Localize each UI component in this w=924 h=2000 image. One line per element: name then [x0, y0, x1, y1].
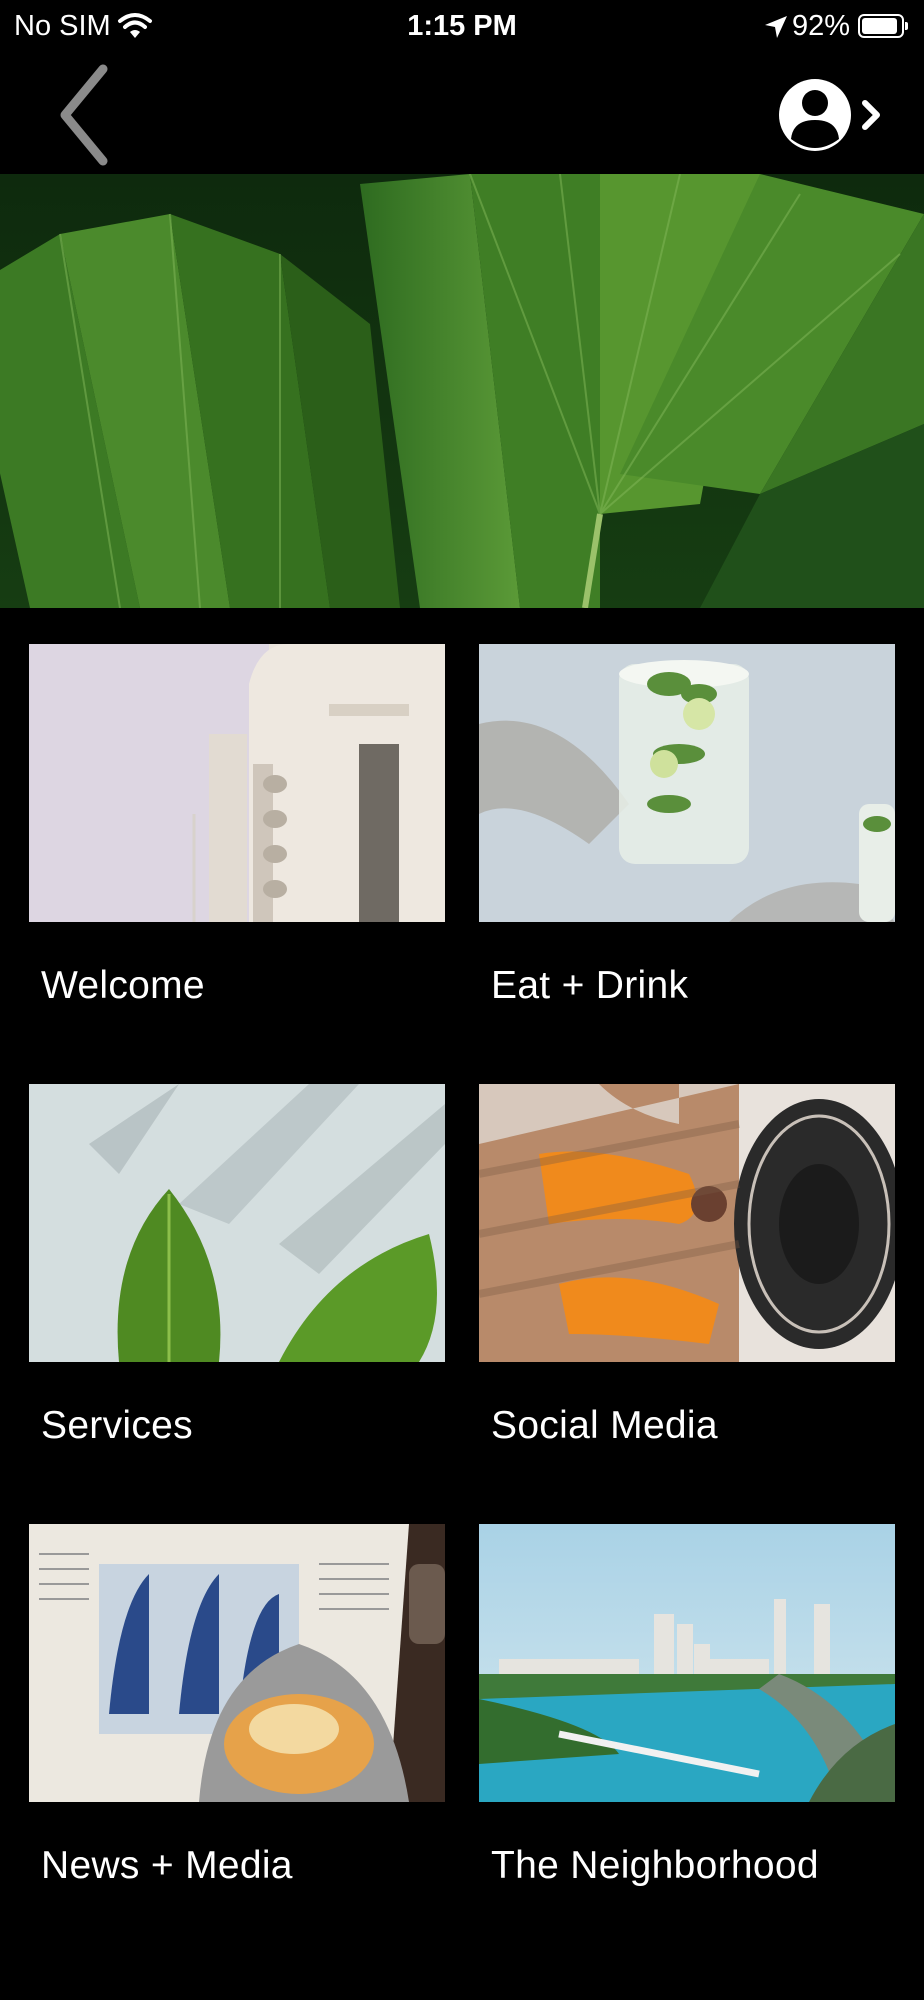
welcome-image — [29, 644, 445, 922]
profile-button[interactable] — [775, 68, 885, 163]
status-bar: No SIM 1:15 PM 92% — [0, 0, 924, 58]
tile-label: The Neighborhood — [491, 1844, 819, 1887]
news-media-image — [29, 1524, 445, 1802]
back-chevron-icon[interactable] — [55, 63, 115, 168]
battery-percentage: 92% — [792, 10, 851, 42]
navigation-bar — [0, 58, 924, 174]
battery-level-fill — [862, 18, 897, 34]
tile-label: Eat + Drink — [491, 964, 689, 1007]
tile-label: News + Media — [41, 1844, 293, 1887]
services-image — [29, 1084, 445, 1362]
tile-label: Welcome — [41, 964, 205, 1007]
eat-drink-image — [479, 644, 895, 922]
social-media-image — [479, 1084, 895, 1362]
tile-label: Services — [41, 1404, 193, 1447]
hero-palm-leaves-image — [0, 174, 924, 608]
tile-label: Social Media — [491, 1404, 718, 1447]
location-arrow-icon — [765, 16, 787, 38]
battery-icon — [858, 14, 908, 38]
palm-leaves-illustration — [0, 174, 924, 608]
neighborhood-image — [479, 1524, 895, 1802]
